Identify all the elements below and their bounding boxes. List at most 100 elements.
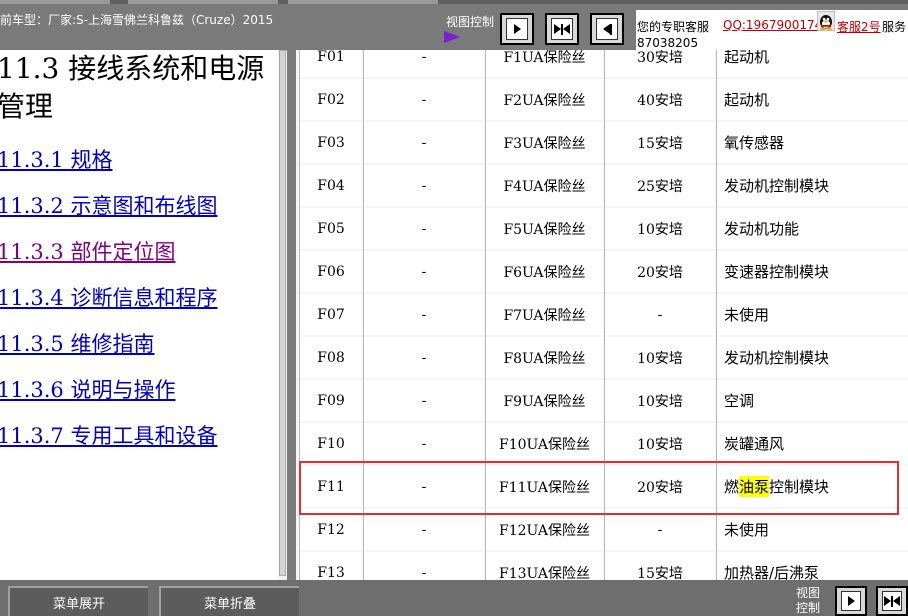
table-row: F05- F5UA保险丝 10安培 发动机功能 — [296, 208, 908, 251]
relay-cell: - — [364, 380, 484, 421]
amperage-cell: - — [605, 509, 715, 550]
menu-item-component-locator[interactable]: 11.3.3 部件定位图 — [0, 236, 175, 266]
menu-item-repair-guide[interactable]: 11.3.5 维修指南 — [0, 328, 154, 358]
amperage-cell: 40安培 — [605, 79, 715, 120]
fuse-id-cell: F08 — [300, 337, 362, 378]
table-row: F08- F8UA保险丝 10安培 发动机控制模块 — [296, 337, 908, 380]
bottom-view-control-label: 视图控制 — [796, 586, 821, 615]
circuit-cell: 加热器/后沸泵 — [717, 552, 908, 580]
table-row: F09- F9UA保险丝 10安培 空调 — [296, 380, 908, 423]
left-scrollbar-thumb[interactable] — [279, 50, 286, 576]
circuit-cell: 未使用 — [717, 509, 908, 550]
relay-cell: - — [364, 294, 484, 335]
circuit-cell: 炭罐通风 — [717, 423, 908, 464]
fuse-id-cell: F05 — [300, 208, 362, 249]
fuse-name-cell: F1UA保险丝 — [486, 50, 603, 77]
split-arrows-icon — [551, 18, 573, 40]
circuit-cell: 起动机 — [717, 79, 908, 120]
fuse-name-cell: F10UA保险丝 — [486, 423, 603, 464]
relay-cell: - — [364, 251, 484, 292]
table-row: F01- F1UA保险丝 30安培 起动机 — [296, 50, 908, 79]
fuse-id-cell: F02 — [300, 79, 362, 120]
relay-cell: - — [364, 337, 484, 378]
circuit-cell: 发动机控制模块 — [717, 337, 908, 378]
circuit-cell: 发动机控制模块 — [717, 165, 908, 206]
fuse-id-cell: F13 — [300, 552, 362, 580]
menu-collapse-button[interactable]: 菜单折叠 — [159, 586, 299, 616]
relay-cell: - — [364, 552, 484, 580]
fuse-name-cell: F3UA保险丝 — [486, 122, 603, 163]
highlight-annotation-box — [299, 461, 899, 515]
relay-cell: - — [364, 50, 484, 77]
amperage-cell: 10安培 — [605, 337, 715, 378]
left-scrollbar[interactable] — [278, 50, 287, 580]
relay-cell: - — [364, 165, 484, 206]
amperage-cell: 10安培 — [605, 380, 715, 421]
amperage-cell: 10安培 — [605, 208, 715, 249]
fuse-name-cell: F8UA保险丝 — [486, 337, 603, 378]
play-arrow-icon[interactable] — [444, 31, 460, 43]
fuse-id-cell: F03 — [300, 122, 362, 163]
expand-right-button[interactable] — [500, 13, 534, 45]
split-arrows-icon — [882, 591, 902, 611]
arrow-right-icon — [506, 18, 528, 40]
fuse-name-cell: F12UA保险丝 — [486, 509, 603, 550]
fuse-name-cell: F13UA保险丝 — [486, 552, 603, 580]
service-name-link[interactable]: 客服2号 — [837, 18, 881, 35]
table-row: F07- F7UA保险丝 - 未使用 — [296, 294, 908, 337]
relay-cell: - — [364, 122, 484, 163]
fuse-name-cell: F5UA保险丝 — [486, 208, 603, 249]
table-row: F13- F13UA保险丝 15安培 加热器/后沸泵 — [296, 552, 908, 580]
fuse-id-cell: F04 — [300, 165, 362, 206]
fuse-id-cell: F01 — [300, 50, 362, 77]
relay-cell: - — [364, 208, 484, 249]
fuse-name-cell: F4UA保险丝 — [486, 165, 603, 206]
service-text: 您的专职客服 — [637, 20, 710, 34]
bottom-split-view-button[interactable] — [876, 586, 908, 616]
circuit-cell: 未使用 — [717, 294, 908, 335]
table-row: F03- F3UA保险丝 15安培 氧传感器 — [296, 122, 908, 165]
fuse-id-cell: F07 — [300, 294, 362, 335]
arrow-right-icon — [841, 591, 861, 611]
circuit-cell: 变速器控制模块 — [717, 251, 908, 292]
amperage-cell: 15安培 — [605, 552, 715, 580]
circuit-cell: 起动机 — [717, 50, 908, 77]
amperage-cell: - — [605, 294, 715, 335]
table-row: F06- F6UA保险丝 20安培 变速器控制模块 — [296, 251, 908, 294]
relay-cell: - — [364, 423, 484, 464]
customer-service-box: 您的专职客服 QQ:1967900174 客服2号 服务 87038205 — [636, 10, 908, 50]
fuse-name-cell: F7UA保险丝 — [486, 294, 603, 335]
split-view-button[interactable] — [545, 13, 579, 45]
amperage-cell: 15安培 — [605, 122, 715, 163]
table-row: F12- F12UA保险丝 - 未使用 — [296, 509, 908, 552]
service-phone: 87038205 — [637, 36, 699, 50]
top-strip — [0, 0, 908, 4]
fuse-id-cell: F10 — [300, 423, 362, 464]
circuit-cell: 发动机功能 — [717, 208, 908, 249]
amperage-cell: 25安培 — [605, 165, 715, 206]
menu-expand-button[interactable]: 菜单展开 — [8, 586, 148, 616]
table-row: F10- F10UA保险丝 10安培 炭罐通风 — [296, 423, 908, 466]
bottom-bar: 菜单展开 菜单折叠 视图控制 — [0, 580, 908, 616]
service-qq-link[interactable]: QQ:1967900174 — [723, 18, 822, 32]
fuse-id-cell: F06 — [300, 251, 362, 292]
menu-item-diagnostics[interactable]: 11.3.4 诊断信息和程序 — [0, 282, 217, 312]
relay-cell: - — [364, 79, 484, 120]
expand-left-button[interactable] — [590, 13, 624, 45]
fuse-id-cell: F09 — [300, 380, 362, 421]
section-title: 11.3 接线系统和电源管理 — [0, 52, 265, 123]
fuse-name-cell: F2UA保险丝 — [486, 79, 603, 120]
qq-penguin-icon[interactable] — [817, 11, 835, 31]
amperage-cell: 30安培 — [605, 50, 715, 77]
menu-item-special-tools[interactable]: 11.3.7 专用工具和设备 — [0, 420, 217, 450]
pane-divider[interactable] — [287, 50, 296, 580]
car-model-label: 前车型：厂家:S-上海雪佛兰科鲁兹（Cruze）2015 — [0, 13, 274, 27]
table-row: F04- F4UA保险丝 25安培 发动机控制模块 — [296, 165, 908, 208]
menu-item-description-operation[interactable]: 11.3.6 说明与操作 — [0, 374, 175, 404]
bottom-expand-right-button[interactable] — [835, 586, 867, 616]
relay-cell: - — [364, 509, 484, 550]
menu-item-specs[interactable]: 11.3.1 规格 — [0, 144, 112, 174]
circuit-cell: 空调 — [717, 380, 908, 421]
table-row: F02- F2UA保险丝 40安培 起动机 — [296, 79, 908, 122]
menu-item-wiring-diagrams[interactable]: 11.3.2 示意图和布线图 — [0, 190, 217, 220]
